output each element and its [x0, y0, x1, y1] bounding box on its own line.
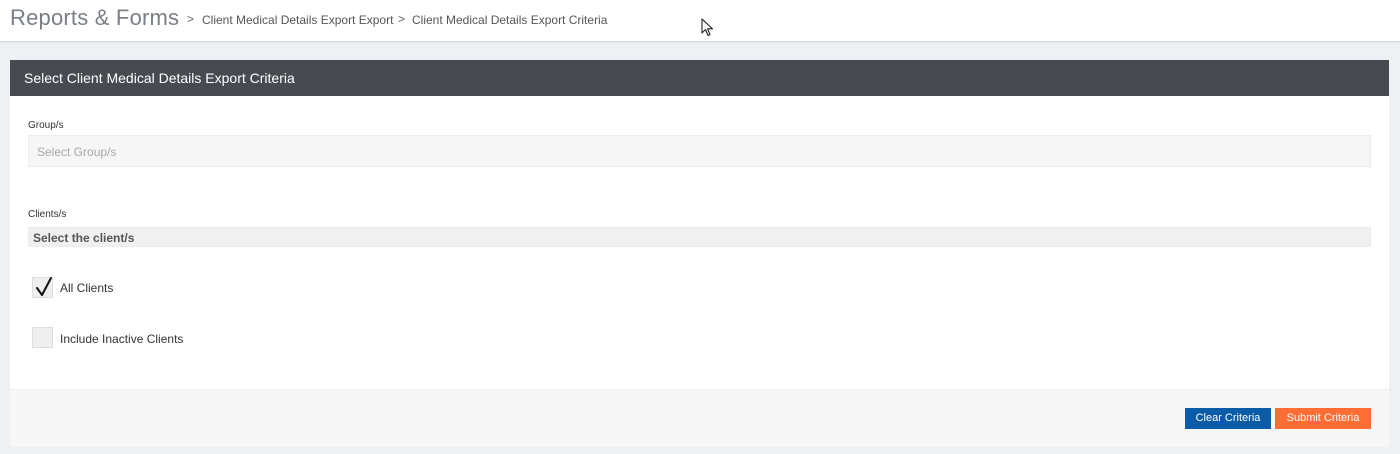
- include-inactive-clients-label: Include Inactive Clients: [60, 332, 184, 346]
- groups-select[interactable]: Select Group/s: [28, 135, 1371, 167]
- card-header: Select Client Medical Details Export Cri…: [10, 60, 1389, 96]
- breadcrumb-client-medical-details-export[interactable]: Client Medical Details Export Export: [202, 13, 393, 27]
- top-bar: Reports & Forms > Client Medical Details…: [0, 0, 1400, 42]
- include-inactive-clients-checkbox[interactable]: [32, 327, 53, 348]
- clients-select-placeholder: Select the client/s: [33, 231, 135, 245]
- clear-criteria-button[interactable]: Clear Criteria: [1185, 408, 1271, 429]
- groups-select-placeholder: Select Group/s: [37, 145, 117, 159]
- chevron-right-icon: >: [398, 12, 406, 26]
- submit-criteria-button[interactable]: Submit Criteria: [1275, 408, 1371, 429]
- clients-select[interactable]: Select the client/s: [28, 227, 1371, 247]
- clients-label: Clients/s: [28, 209, 67, 220]
- all-clients-checkbox[interactable]: [32, 277, 53, 298]
- breadcrumb-current: Client Medical Details Export Criteria: [412, 13, 608, 27]
- criteria-card: Select Client Medical Details Export Cri…: [10, 60, 1389, 447]
- mouse-pointer-icon: [701, 18, 714, 37]
- card-footer: Clear Criteria Submit Criteria: [10, 389, 1389, 447]
- groups-label: Group/s: [28, 120, 64, 131]
- all-clients-label: All Clients: [60, 281, 114, 295]
- page-title: Reports & Forms: [10, 5, 180, 30]
- chevron-right-icon: >: [187, 12, 195, 26]
- card-title: Select Client Medical Details Export Cri…: [24, 70, 295, 86]
- checkmark-icon: [36, 277, 52, 296]
